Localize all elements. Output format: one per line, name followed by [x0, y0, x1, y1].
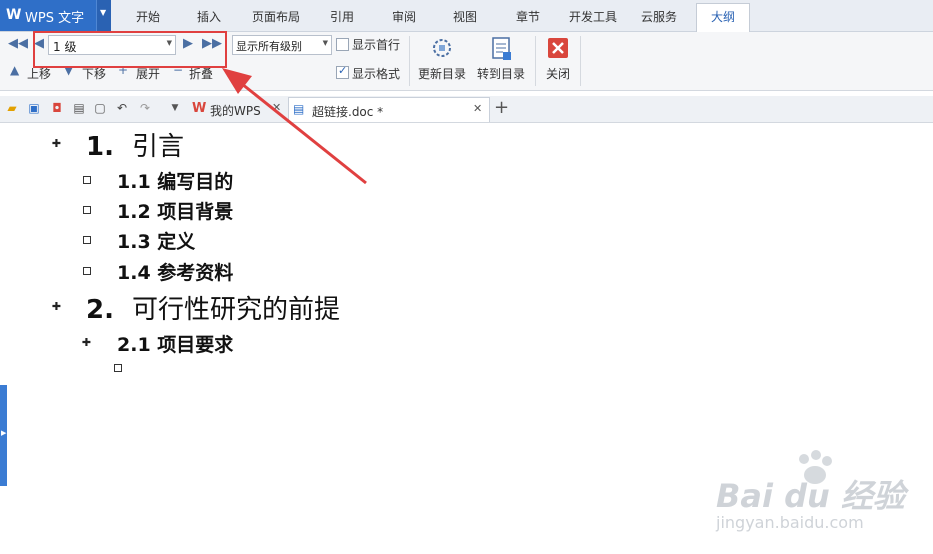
close-icon	[548, 38, 568, 58]
chevron-right-icon: ▶	[1, 429, 7, 437]
save-icon[interactable]: ▣	[27, 101, 41, 115]
tab-start[interactable]: 开始	[136, 8, 160, 25]
show-first-line-checkbox[interactable]	[336, 38, 349, 51]
document-toc-icon	[492, 37, 511, 60]
ribbon-divider	[535, 36, 536, 86]
tab-review[interactable]: 审阅	[392, 8, 416, 25]
refresh-toc-icon	[433, 39, 451, 57]
heading-number: 1.	[86, 132, 114, 162]
outline-bullet	[83, 236, 91, 244]
menu-bar: W WPS 文字 ▼ 开始 插入 页面布局 引用 审阅 视图 章节 开发工具 云…	[0, 0, 933, 32]
heading-2-item[interactable]: 1.2 项目背景	[117, 197, 233, 224]
close-tab-icon[interactable]: ✕	[473, 102, 482, 115]
tab-outline[interactable]: 大纲	[696, 3, 750, 32]
side-panel-toggle[interactable]: ▶	[0, 385, 7, 486]
chevron-down-icon: ▼	[100, 8, 107, 17]
wps-logo-icon: W	[6, 7, 22, 23]
annotation-arrow-icon	[222, 68, 367, 185]
app-menu-button[interactable]: W WPS 文字 ▼	[0, 0, 111, 31]
redo-icon[interactable]: ↷	[138, 101, 152, 115]
watermark-brand: Bai du 经验	[716, 477, 905, 515]
outline-bullet	[83, 206, 91, 214]
print-preview-icon[interactable]: ▢	[93, 101, 107, 115]
app-title: WPS 文字	[25, 11, 85, 26]
show-first-line-label: 显示首行	[352, 38, 401, 52]
export-pdf-icon[interactable]: ◘	[50, 101, 64, 115]
update-toc-label: 更新目录	[417, 67, 466, 81]
tab-view[interactable]: 视图	[453, 8, 477, 25]
outline-expand-icon[interactable]: ✚	[81, 337, 92, 348]
tab-developer[interactable]: 开发工具	[569, 8, 617, 25]
heading-number: 2.	[86, 295, 114, 325]
move-up-icon: ▲	[10, 63, 20, 77]
print-icon[interactable]: ▤	[72, 101, 86, 115]
show-levels-value: 显示所有级别	[236, 40, 302, 53]
undo-icon[interactable]: ↶	[115, 101, 129, 115]
new-tab-icon[interactable]: +	[494, 97, 509, 118]
tab-insert[interactable]: 插入	[197, 8, 221, 25]
heading-text: 引言	[131, 132, 184, 162]
ribbon-divider	[580, 36, 581, 86]
tab-cloud[interactable]: 云服务	[641, 8, 677, 25]
tab-section[interactable]: 章节	[516, 8, 540, 25]
watermark-url: jingyan.baidu.com	[716, 513, 864, 532]
outline-bullet	[83, 176, 91, 184]
heading-2-item[interactable]: 2.1 项目要求	[117, 330, 233, 357]
heading-text: 可行性研究的前提	[131, 295, 340, 325]
wps-logo-icon: W	[192, 101, 207, 116]
tab-page-layout[interactable]: 页面布局	[252, 8, 300, 25]
heading-2-item[interactable]: 1.3 定义	[117, 227, 195, 254]
promote-to-top-icon[interactable]: ◀◀	[8, 36, 28, 51]
chevron-down-icon: ▼	[322, 39, 328, 47]
close-label: 关闭	[545, 67, 570, 81]
heading-2-item[interactable]: 1.4 参考资料	[117, 258, 233, 285]
app-dropdown-button[interactable]: ▼	[96, 0, 111, 31]
chevron-down-icon[interactable]: ▼	[168, 101, 182, 115]
outline-expand-icon[interactable]: ✚	[51, 138, 62, 149]
outline-bullet	[83, 267, 91, 275]
open-folder-icon[interactable]: ▰	[5, 101, 19, 115]
tab-references[interactable]: 引用	[330, 8, 354, 25]
annotation-highlight-box	[33, 31, 227, 68]
outline-expand-icon[interactable]: ✚	[51, 301, 62, 312]
heading-1-intro[interactable]: 1. 引言	[86, 126, 184, 163]
heading-2-item[interactable]: 1.1 编写目的	[117, 167, 233, 194]
ribbon-divider	[409, 36, 410, 86]
show-levels-select[interactable]: 显示所有级别 ▼	[232, 35, 332, 55]
goto-toc-label: 转到目录	[476, 67, 525, 81]
heading-1-feasibility[interactable]: 2. 可行性研究的前提	[86, 289, 340, 326]
outline-bullet	[114, 364, 122, 372]
